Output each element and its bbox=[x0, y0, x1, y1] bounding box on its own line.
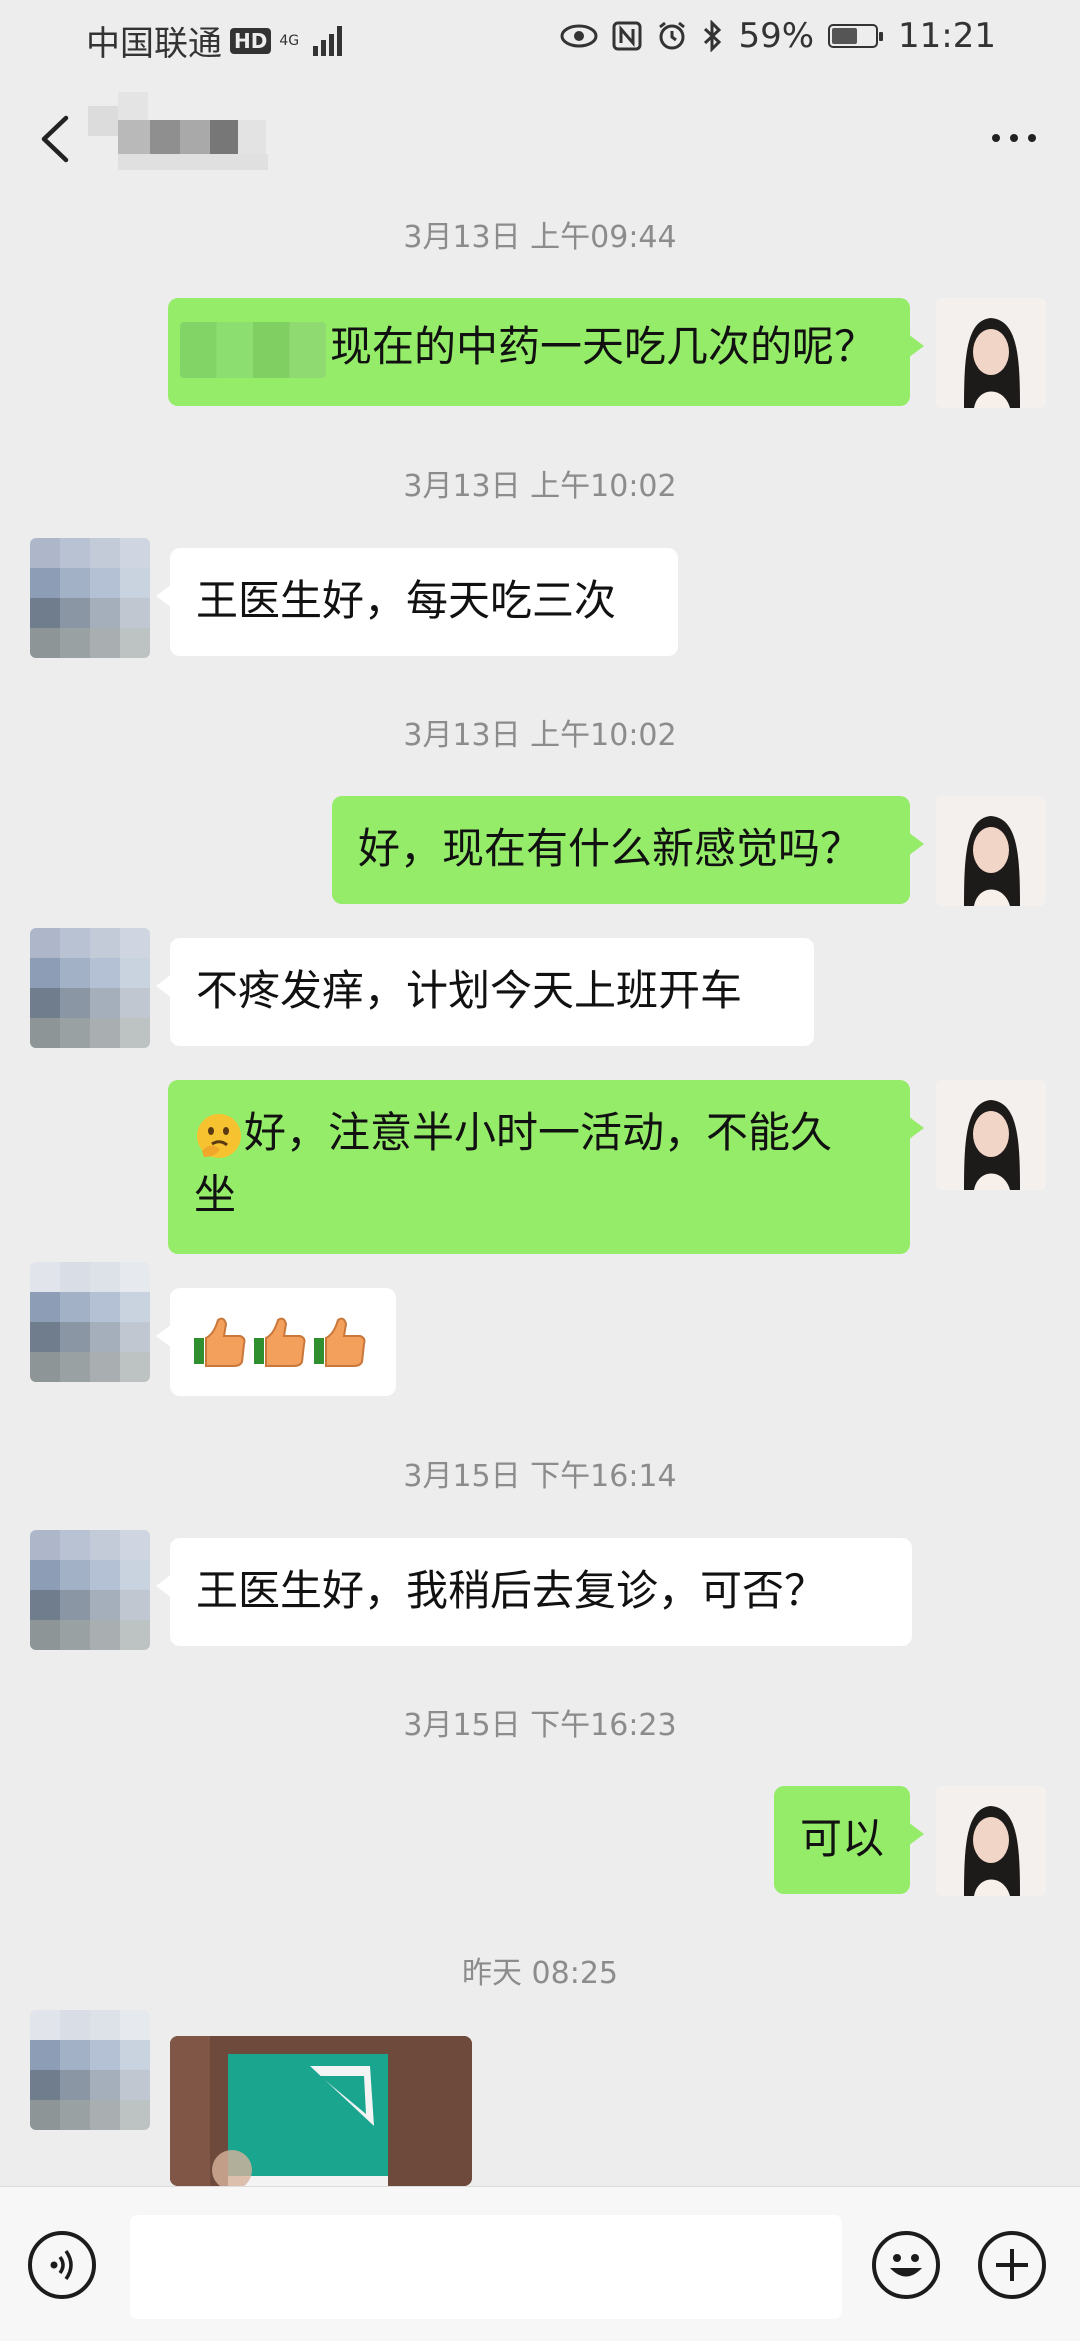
message-text-line2: 坐 bbox=[194, 1170, 237, 1219]
message-text: 王医生好，每天吃三次 bbox=[196, 576, 617, 625]
bluetooth-icon bbox=[704, 20, 722, 52]
smiley-icon[interactable] bbox=[872, 2231, 940, 2299]
sent-message-bubble[interactable]: 好，现在有什么新感觉吗？ bbox=[332, 796, 924, 904]
status-bar: 中国联通 HD 4G 59% 11:21 bbox=[0, 0, 1080, 72]
message-text: 可以 bbox=[800, 1814, 885, 1863]
avatar[interactable] bbox=[936, 796, 1046, 906]
chevron-left-icon[interactable] bbox=[36, 114, 76, 164]
signal-icon bbox=[313, 25, 343, 56]
avatar[interactable] bbox=[30, 1262, 150, 1382]
avatar[interactable] bbox=[30, 2010, 150, 2130]
avatar[interactable] bbox=[936, 1786, 1046, 1896]
user-avatar-image bbox=[936, 796, 1046, 906]
sent-message-bubble[interactable]: 好，注意半小时一活动，不能久 坐 bbox=[168, 1080, 924, 1254]
input-bar bbox=[0, 2186, 1080, 2341]
avatar[interactable] bbox=[936, 1080, 1046, 1190]
avatar[interactable] bbox=[30, 928, 150, 1048]
avatar[interactable] bbox=[936, 298, 1046, 408]
user-avatar-image bbox=[936, 298, 1046, 408]
blurred-name bbox=[180, 321, 326, 378]
user-avatar-image bbox=[936, 1786, 1046, 1896]
timestamp: 昨天 08:25 bbox=[462, 1956, 618, 1991]
battery-percent: 59% bbox=[738, 16, 815, 56]
sent-message-bubble[interactable]: 可以 bbox=[774, 1786, 924, 1894]
received-message-bubble[interactable]: 王医生好，我稍后去复诊，可否？ bbox=[156, 1538, 912, 1646]
avatar[interactable] bbox=[30, 1530, 150, 1650]
alarm-icon bbox=[659, 21, 686, 50]
carrier-label: 中国联通 bbox=[86, 24, 222, 64]
network-label: 4G bbox=[279, 32, 300, 49]
photo-thumbnail bbox=[170, 2036, 472, 2186]
eye-icon bbox=[560, 24, 598, 48]
timestamp: 3月13日 上午09:44 bbox=[403, 220, 677, 255]
timestamp: 3月15日 下午16:14 bbox=[403, 1459, 677, 1494]
hd-badge: HD bbox=[230, 27, 272, 54]
message-text: 现在的中药一天吃几次的呢？ bbox=[330, 322, 877, 371]
contact-name-blurred bbox=[88, 92, 270, 170]
thumbs-up-emoji bbox=[194, 1317, 366, 1367]
sent-message-bubble[interactable]: 现在的中药一天吃几次的呢？ bbox=[168, 298, 924, 406]
photo-message[interactable] bbox=[170, 2036, 472, 2186]
thinking-face-emoji bbox=[197, 1113, 241, 1158]
received-message-bubble[interactable]: 不疼发痒，计划今天上班开车 bbox=[156, 938, 814, 1046]
more-dots-icon[interactable] bbox=[992, 134, 1036, 142]
clock: 11:21 bbox=[898, 16, 996, 56]
timestamp: 3月13日 上午10:02 bbox=[403, 469, 677, 504]
avatar[interactable] bbox=[30, 538, 150, 658]
voice-icon[interactable] bbox=[28, 2231, 96, 2299]
timestamp: 3月15日 下午16:23 bbox=[403, 1708, 677, 1743]
message-text: 好，现在有什么新感觉吗？ bbox=[358, 824, 863, 873]
message-text: 王医生好，我稍后去复诊，可否？ bbox=[196, 1566, 827, 1615]
received-message-bubble[interactable]: 王医生好，每天吃三次 bbox=[156, 548, 678, 656]
user-avatar-image bbox=[936, 1080, 1046, 1190]
battery-icon bbox=[828, 24, 884, 48]
nfc-icon bbox=[612, 21, 642, 51]
received-message-bubble[interactable] bbox=[156, 1288, 396, 1396]
timestamp: 3月13日 上午10:02 bbox=[403, 718, 677, 753]
message-input[interactable] bbox=[130, 2215, 842, 2319]
message-text-line1: 好，注意半小时一活动，不能久 bbox=[244, 1108, 833, 1157]
message-text: 不疼发痒，计划今天上班开车 bbox=[196, 966, 743, 1015]
plus-icon[interactable] bbox=[978, 2231, 1046, 2299]
